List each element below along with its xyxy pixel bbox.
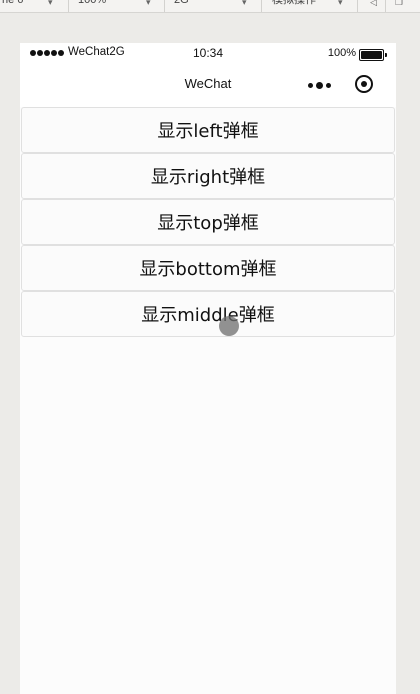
copy-icon[interactable]: ❐ <box>395 0 403 8</box>
show-bottom-popup-button[interactable]: 显示bottom弹框 <box>21 245 395 291</box>
show-left-popup-button[interactable]: 显示left弹框 <box>21 107 395 153</box>
toolbar-divider <box>357 0 358 12</box>
capsule-close-icon[interactable] <box>355 75 373 93</box>
show-middle-popup-button[interactable]: 显示middle弹框 <box>21 291 395 337</box>
chevron-down-icon[interactable]: ▾ <box>242 0 247 8</box>
chevron-down-icon[interactable]: ▾ <box>48 0 53 8</box>
toolbar-divider <box>385 0 386 12</box>
toolbar-divider <box>68 0 69 12</box>
simulate-select[interactable]: 模拟操作 <box>272 0 316 12</box>
phone-simulator: WeChat2G 10:34 100% WeChat 显示left弹框 显示ri… <box>20 43 396 694</box>
devtools-toolbar: ne 6 ▾ 100% ▾ 2G ▾ 模拟操作 ▾ ◁ ❐ <box>0 0 420 13</box>
touch-cursor-indicator <box>219 316 239 336</box>
chevron-down-icon[interactable]: ▾ <box>338 0 343 8</box>
more-dots-icon[interactable] <box>308 82 332 90</box>
network-select[interactable]: 2G <box>174 0 189 12</box>
volume-icon[interactable]: ◁ <box>370 0 377 8</box>
show-right-popup-button[interactable]: 显示right弹框 <box>21 153 395 199</box>
device-select[interactable]: ne 6 <box>2 0 23 12</box>
chevron-down-icon[interactable]: ▾ <box>146 0 151 8</box>
show-top-popup-button[interactable]: 显示top弹框 <box>21 199 395 245</box>
toolbar-divider <box>164 0 165 12</box>
status-bar: WeChat2G 10:34 100% <box>20 43 396 63</box>
toolbar-divider <box>261 0 262 12</box>
button-list: 显示left弹框 显示right弹框 显示top弹框 显示bottom弹框 显示… <box>20 107 396 337</box>
navigation-bar: WeChat <box>20 63 396 107</box>
page-title: WeChat <box>184 76 232 91</box>
battery-percent: 100% <box>327 47 356 59</box>
battery-icon <box>359 49 387 61</box>
zoom-select[interactable]: 100% <box>78 0 106 12</box>
